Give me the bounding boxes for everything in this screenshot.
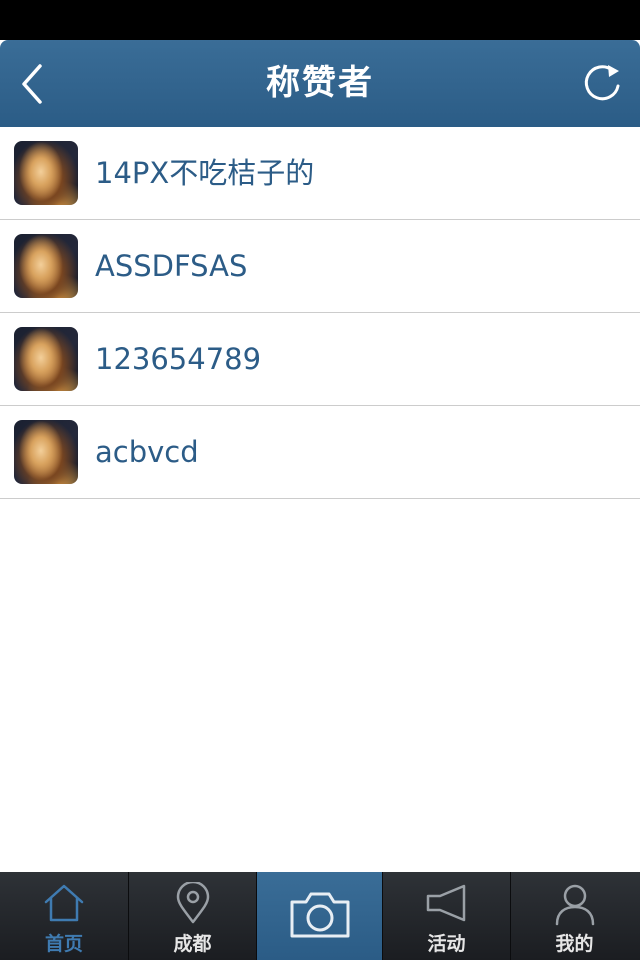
tab-label: 首页 bbox=[44, 933, 83, 955]
liker-list: 14PX不吃桔子的 ASSDFSAS 123654789 acbvcd bbox=[0, 127, 640, 499]
liker-name: ASSDFSAS bbox=[95, 249, 248, 283]
liker-name: acbvcd bbox=[95, 435, 199, 469]
liker-name: 14PX不吃桔子的 bbox=[95, 156, 315, 190]
liker-name: 123654789 bbox=[95, 342, 262, 376]
user-icon bbox=[555, 884, 594, 926]
tab-home[interactable]: 首页 bbox=[0, 872, 128, 960]
avatar bbox=[14, 141, 78, 205]
megaphone-icon bbox=[426, 884, 465, 922]
avatar bbox=[14, 234, 78, 298]
tab-label: 活动 bbox=[427, 933, 466, 955]
avatar bbox=[14, 420, 78, 484]
avatar bbox=[14, 327, 78, 391]
location-pin-icon bbox=[176, 882, 209, 924]
list-item[interactable]: 14PX不吃桔子的 bbox=[0, 127, 640, 220]
home-icon bbox=[44, 884, 84, 922]
tab-mine[interactable]: 我的 bbox=[510, 872, 638, 960]
status-bar bbox=[0, 0, 640, 40]
tab-label: 我的 bbox=[555, 933, 594, 955]
list-item[interactable]: acbvcd bbox=[0, 406, 640, 499]
refresh-icon bbox=[584, 65, 620, 101]
tab-city[interactable]: 成都 bbox=[128, 872, 256, 960]
page-title: 称赞者 bbox=[266, 63, 374, 103]
refresh-button[interactable] bbox=[582, 62, 626, 106]
tab-activity[interactable]: 活动 bbox=[382, 872, 510, 960]
tab-bar: 首页 成都 活动 我的 bbox=[0, 872, 640, 960]
camera-icon bbox=[290, 892, 349, 938]
list-item[interactable]: 123654789 bbox=[0, 313, 640, 406]
tab-label: 成都 bbox=[173, 933, 212, 955]
list-item[interactable]: ASSDFSAS bbox=[0, 220, 640, 313]
nav-bar: 称赞者 bbox=[0, 40, 640, 127]
tab-camera[interactable] bbox=[256, 872, 382, 960]
